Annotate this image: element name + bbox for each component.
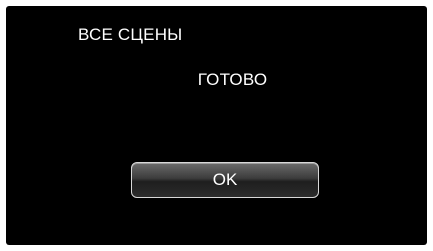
camera-screen: ВСЕ СЦЕНЫ ГОТОВО OK	[6, 6, 427, 245]
ok-button-label: OK	[212, 170, 238, 189]
status-message: ГОТОВО	[197, 70, 268, 89]
screen-title: ВСЕ СЦЕНЫ	[78, 25, 183, 44]
ok-button[interactable]: OK	[131, 162, 319, 198]
